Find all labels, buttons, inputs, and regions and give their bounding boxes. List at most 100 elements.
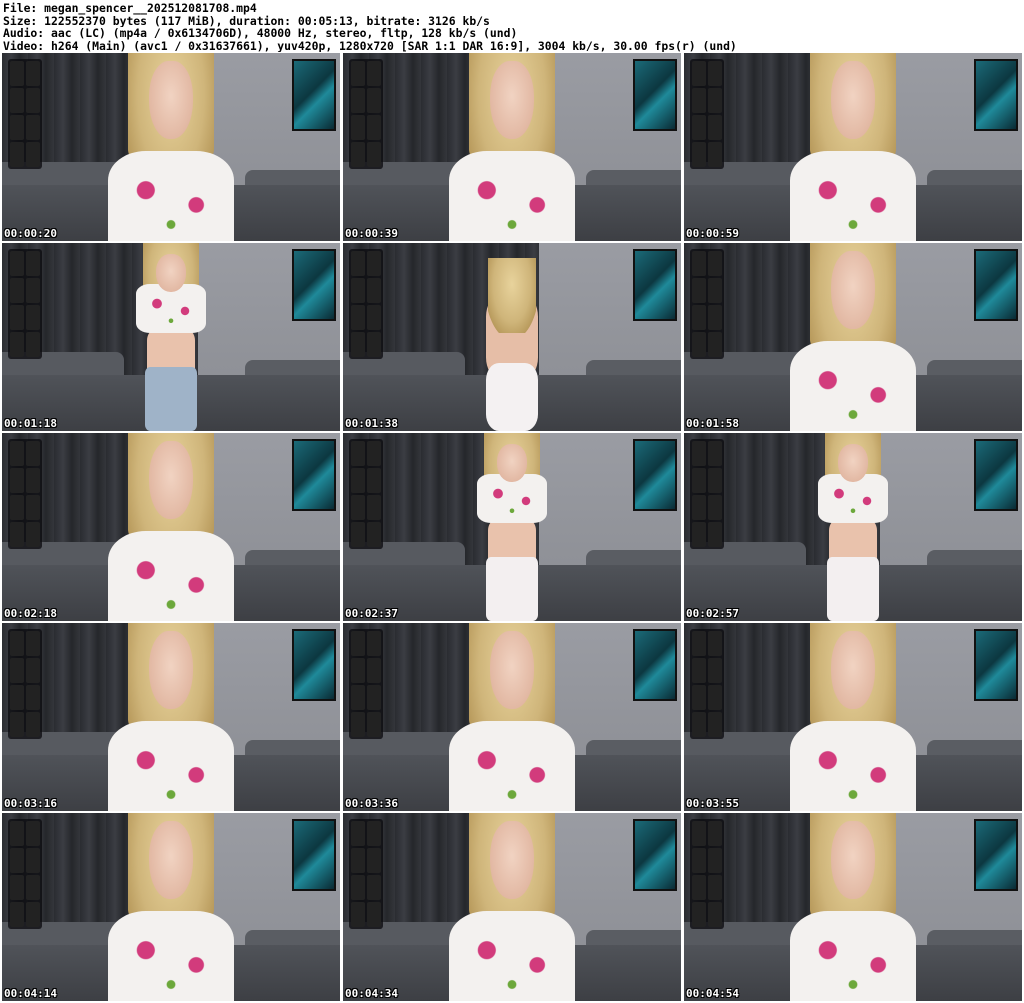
video-info-line: Video: h264 (Main) (avc1 / 0x31637661), … <box>3 39 737 53</box>
person-face <box>831 60 875 140</box>
timestamp-label: 00:00:20 <box>4 227 57 240</box>
person-face <box>490 60 534 140</box>
wall-poster <box>974 439 1018 511</box>
person-bottoms <box>827 557 879 621</box>
person-bottoms <box>486 363 538 431</box>
person-figure <box>458 433 566 621</box>
thumbnail-tile: 00:02:37 <box>343 433 681 621</box>
person-face <box>490 820 534 900</box>
timestamp-label: 00:04:34 <box>345 987 398 1000</box>
person-shirt <box>449 910 575 1001</box>
wall-poster <box>292 629 336 701</box>
wall-poster <box>292 819 336 891</box>
person-bottoms <box>145 367 197 431</box>
person-shirt <box>790 150 916 241</box>
thumbnail-tile: 00:02:18 <box>2 433 340 621</box>
tip-menu-overlay <box>8 249 42 359</box>
person-shirt <box>790 910 916 1001</box>
thumbnail-tile: 00:01:58 <box>684 243 1022 431</box>
thumbnail-tile: 00:03:16 <box>2 623 340 811</box>
thumbnail-tile: 00:04:54 <box>684 813 1022 1001</box>
thumbnail-tile: 00:03:36 <box>343 623 681 811</box>
tip-menu-overlay <box>349 249 383 359</box>
person-face <box>831 630 875 710</box>
timestamp-label: 00:03:16 <box>4 797 57 810</box>
tip-menu-overlay <box>8 59 42 169</box>
tip-menu-overlay <box>349 59 383 169</box>
person-face <box>837 444 869 482</box>
file-size-line: Size: 122552370 bytes (117 MiB), duratio… <box>3 14 490 28</box>
person-figure <box>458 243 566 431</box>
timestamp-label: 00:01:18 <box>4 417 57 430</box>
thumbnail-tile: 00:02:57 <box>684 433 1022 621</box>
person-shirt <box>449 150 575 241</box>
thumbnail-tile: 00:00:39 <box>343 53 681 241</box>
person-shirt <box>449 720 575 811</box>
timestamp-label: 00:04:54 <box>686 987 739 1000</box>
person-figure <box>790 813 916 1001</box>
wall-poster <box>633 819 677 891</box>
timestamp-label: 00:04:14 <box>4 987 57 1000</box>
person-bottoms <box>486 557 538 621</box>
thumbnail-tile: 00:01:18 <box>2 243 340 431</box>
person-figure <box>790 623 916 811</box>
wall-poster <box>292 439 336 511</box>
tip-menu-overlay <box>8 819 42 929</box>
thumbnail-tile: 00:00:20 <box>2 53 340 241</box>
thumbnail-tile: 00:04:34 <box>343 813 681 1001</box>
person-figure <box>449 813 575 1001</box>
person-face <box>149 820 193 900</box>
person-figure <box>799 433 907 621</box>
tip-menu-overlay <box>349 629 383 739</box>
wall-poster <box>974 249 1018 321</box>
tip-menu-overlay <box>349 819 383 929</box>
wall-poster <box>292 249 336 321</box>
tip-menu-overlay <box>8 629 42 739</box>
person-figure <box>790 53 916 241</box>
audio-info-line: Audio: aac (LC) (mp4a / 0x6134706D), 480… <box>3 27 518 40</box>
wall-poster <box>292 59 336 131</box>
tip-menu-overlay <box>8 439 42 549</box>
person-figure <box>108 433 234 621</box>
tip-menu-overlay <box>349 439 383 549</box>
tip-menu-overlay <box>690 439 724 549</box>
timestamp-label: 00:02:18 <box>4 607 57 620</box>
person-face <box>831 820 875 900</box>
wall-poster <box>633 629 677 701</box>
person-figure <box>790 243 916 431</box>
timestamp-label: 00:00:39 <box>345 227 398 240</box>
person-figure <box>449 623 575 811</box>
tip-menu-overlay <box>690 59 724 169</box>
person-figure <box>108 53 234 241</box>
wall-poster <box>974 629 1018 701</box>
wall-poster <box>633 439 677 511</box>
tip-menu-overlay <box>690 249 724 359</box>
thumbnail-tile: 00:03:55 <box>684 623 1022 811</box>
person-face <box>149 440 193 520</box>
thumbnail-tile: 00:04:14 <box>2 813 340 1001</box>
file-name-line: File: megan_spencer__202512081708.mp4 <box>3 2 257 15</box>
person-figure <box>108 813 234 1001</box>
person-face <box>496 444 528 482</box>
wall-poster <box>633 59 677 131</box>
person-shirt <box>108 150 234 241</box>
timestamp-label: 00:03:36 <box>345 797 398 810</box>
person-shirt <box>108 530 234 621</box>
person-shirt <box>790 720 916 811</box>
person-hair <box>488 258 536 334</box>
timestamp-label: 00:02:37 <box>345 607 398 620</box>
timestamp-label: 00:01:38 <box>345 417 398 430</box>
wall-poster <box>974 59 1018 131</box>
wall-poster <box>633 249 677 321</box>
person-figure <box>117 243 225 431</box>
timestamp-label: 00:01:58 <box>686 417 739 430</box>
person-figure <box>108 623 234 811</box>
person-figure <box>449 53 575 241</box>
person-shirt <box>108 910 234 1001</box>
tip-menu-overlay <box>690 819 724 929</box>
person-face <box>831 250 875 330</box>
timestamp-label: 00:02:57 <box>686 607 739 620</box>
person-shirt <box>790 340 916 431</box>
person-face <box>149 60 193 140</box>
timestamp-label: 00:00:59 <box>686 227 739 240</box>
